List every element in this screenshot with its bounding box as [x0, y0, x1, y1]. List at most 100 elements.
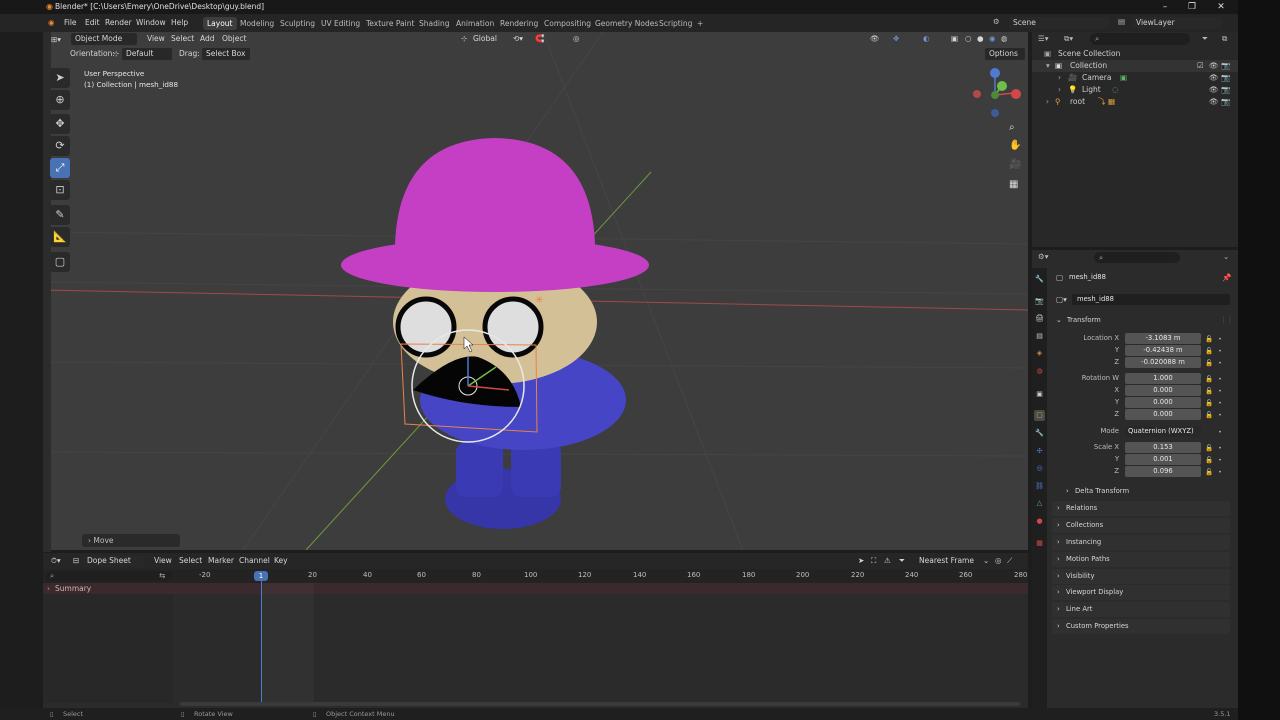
rendered-shading-icon[interactable]: ◍	[1001, 33, 1008, 45]
keyframe-dot-icon[interactable]: •	[1218, 454, 1222, 466]
panel-visibility[interactable]: › Visibility	[1052, 569, 1230, 584]
new-collection-icon[interactable]: ⧉	[1222, 34, 1227, 44]
keyframe-dot-icon[interactable]: •	[1218, 373, 1222, 385]
outliner-row-light[interactable]: › 💡 Light ◌ 👁 📷	[1032, 84, 1238, 96]
scene-selector[interactable]: Scene	[1009, 17, 1109, 29]
menu-window[interactable]: Window	[136, 18, 166, 27]
camera-view-icon[interactable]: 🎥	[1009, 159, 1021, 171]
gizmo-toggle-icon[interactable]: ✥	[893, 33, 899, 45]
checkbox-icon[interactable]: ☑	[1197, 60, 1204, 72]
lock-icon[interactable]: 🔓	[1205, 333, 1213, 345]
filter-icon[interactable]: ⏷	[899, 555, 905, 567]
location-x-field[interactable]: -3.1083 m	[1125, 333, 1201, 344]
transform-panel-header[interactable]: ⌄ Transform ⋮⋮	[1052, 313, 1234, 327]
eye-icon[interactable]: 👁	[1209, 72, 1219, 84]
eye-icon[interactable]: 👁	[1209, 84, 1219, 96]
lock-icon[interactable]: 🔓	[1205, 397, 1213, 409]
material-tab-icon[interactable]: ●	[1034, 516, 1045, 527]
outliner-row-root[interactable]: › ⚲ root ⤵ ▦ 👁 📷	[1032, 96, 1238, 108]
constraints-tab-icon[interactable]: ⛓	[1034, 481, 1045, 492]
tab-rendering[interactable]: Rendering	[496, 17, 542, 30]
menu-object[interactable]: Object	[222, 33, 246, 45]
visibility-icon[interactable]: 👁	[870, 33, 880, 45]
rotation-w-field[interactable]: 1.000	[1125, 373, 1201, 384]
texture-tab-icon[interactable]: ▦	[1034, 538, 1045, 549]
camera-render-icon[interactable]: 📷	[1221, 60, 1230, 72]
snap-mode-label[interactable]: Nearest Frame	[919, 555, 974, 567]
tab-geometry-nodes[interactable]: Geometry Nodes	[591, 17, 662, 30]
proportional-edit-icon[interactable]: ◎	[573, 33, 580, 45]
properties-search-input[interactable]: ⌕	[1094, 252, 1180, 263]
drag-selector[interactable]: Select Box	[202, 48, 250, 60]
ds-menu-key[interactable]: Key	[274, 555, 288, 567]
chevron-down-icon[interactable]: ⌄	[983, 555, 989, 567]
render-tab-icon[interactable]: 📷	[1034, 296, 1045, 307]
panel-line-art[interactable]: › Line Art	[1052, 602, 1230, 617]
rotation-mode-selector[interactable]: Quaternion (WXYZ)	[1125, 426, 1201, 437]
move-tool-icon[interactable]: ✥	[50, 114, 70, 134]
tab-animation[interactable]: Animation	[452, 17, 498, 30]
chevron-down-icon[interactable]: ▾	[1046, 60, 1050, 72]
tab-texture-paint[interactable]: Texture Paint	[362, 17, 418, 30]
panel-relations[interactable]: › Relations	[1052, 501, 1230, 516]
transform-orientation-selector[interactable]: Global	[473, 33, 497, 45]
nav-neg-z-axis-icon[interactable]	[991, 109, 999, 117]
rotation-x-field[interactable]: 0.000	[1125, 385, 1201, 396]
mode-selector[interactable]: Object Mode	[71, 33, 137, 45]
tab-layout[interactable]: Layout	[203, 17, 237, 30]
measure-tool-icon[interactable]: 📐	[50, 227, 70, 247]
lock-icon[interactable]: 🔓	[1205, 357, 1213, 369]
pin-icon[interactable]: 📌	[1222, 273, 1231, 282]
wireframe-shading-icon[interactable]: ○	[965, 33, 972, 45]
rotate-tool-icon[interactable]: ⟳	[50, 136, 70, 156]
cursor-tool-icon[interactable]: ⊕	[50, 90, 70, 110]
lock-icon[interactable]: 🔓	[1205, 373, 1213, 385]
lock-icon[interactable]: 🔓	[1205, 442, 1213, 454]
ds-menu-marker[interactable]: Marker	[208, 555, 234, 567]
keyframe-dot-icon[interactable]: •	[1218, 397, 1222, 409]
menu-view[interactable]: View	[147, 33, 165, 45]
tab-sculpting[interactable]: Sculpting	[276, 17, 319, 30]
overlay-toggle-icon[interactable]: ◐	[923, 33, 930, 45]
select-tool-icon[interactable]: ➤	[50, 68, 70, 88]
pivot-icon[interactable]: ⟲▾	[513, 33, 523, 45]
transform-tool-icon[interactable]: ⊡	[50, 180, 70, 200]
chevron-down-icon[interactable]: ⌄	[1223, 252, 1229, 261]
keyframe-dot-icon[interactable]: •	[1218, 442, 1222, 454]
nav-neg-x-axis-icon[interactable]	[973, 90, 981, 98]
output-tab-icon[interactable]: 🖨	[1034, 313, 1045, 324]
material-shading-icon[interactable]: ◉	[989, 33, 996, 45]
select-cursor-icon[interactable]: ➤	[858, 555, 864, 567]
frame-selector-icon[interactable]: ⛶	[871, 555, 876, 567]
timeline-editor-icon[interactable]: ⏱▾	[51, 555, 61, 567]
channel-search-input[interactable]: ⌕	[46, 571, 172, 581]
add-workspace-button[interactable]: +	[693, 17, 707, 30]
nav-z-axis-icon[interactable]	[990, 68, 1000, 78]
menu-file[interactable]: File	[64, 18, 77, 27]
outliner-editor-icon[interactable]: ☰▾	[1038, 34, 1049, 43]
location-y-field[interactable]: -0.42438 m	[1125, 345, 1201, 356]
snap-icon[interactable]: 🧲	[535, 33, 544, 45]
xray-icon[interactable]: ▣	[951, 33, 958, 45]
nav-y-axis-icon[interactable]	[997, 81, 1007, 91]
outliner-row-scene-collection[interactable]: ▣ Scene Collection	[1032, 48, 1238, 60]
chevron-right-icon[interactable]: ›	[1058, 84, 1061, 96]
solid-shading-icon[interactable]: ●	[977, 33, 984, 45]
delta-transform-header[interactable]: › Delta Transform	[1062, 485, 1228, 498]
lock-icon[interactable]: 🔓	[1205, 385, 1213, 397]
object-name-field[interactable]: mesh_id88	[1072, 294, 1230, 305]
character-model[interactable]	[341, 138, 649, 529]
horizontal-scrollbar[interactable]	[180, 702, 1020, 706]
eye-icon[interactable]: 👁	[1209, 96, 1219, 108]
menu-help[interactable]: Help	[171, 18, 188, 27]
rotation-z-field[interactable]: 0.000	[1125, 409, 1201, 420]
tab-scripting[interactable]: Scripting	[655, 17, 696, 30]
orientation-selector[interactable]: Default	[122, 48, 172, 60]
current-frame-badge[interactable]: 1	[254, 571, 268, 581]
ds-menu-channel[interactable]: Channel	[239, 555, 270, 567]
chevron-right-icon[interactable]: ›	[47, 583, 50, 594]
proportional-icon[interactable]: ◎	[995, 555, 1002, 567]
lock-icon[interactable]: 🔓	[1205, 454, 1213, 466]
panel-viewport-display[interactable]: › Viewport Display	[1052, 585, 1230, 600]
keyframe-dot-icon[interactable]: •	[1218, 333, 1222, 345]
